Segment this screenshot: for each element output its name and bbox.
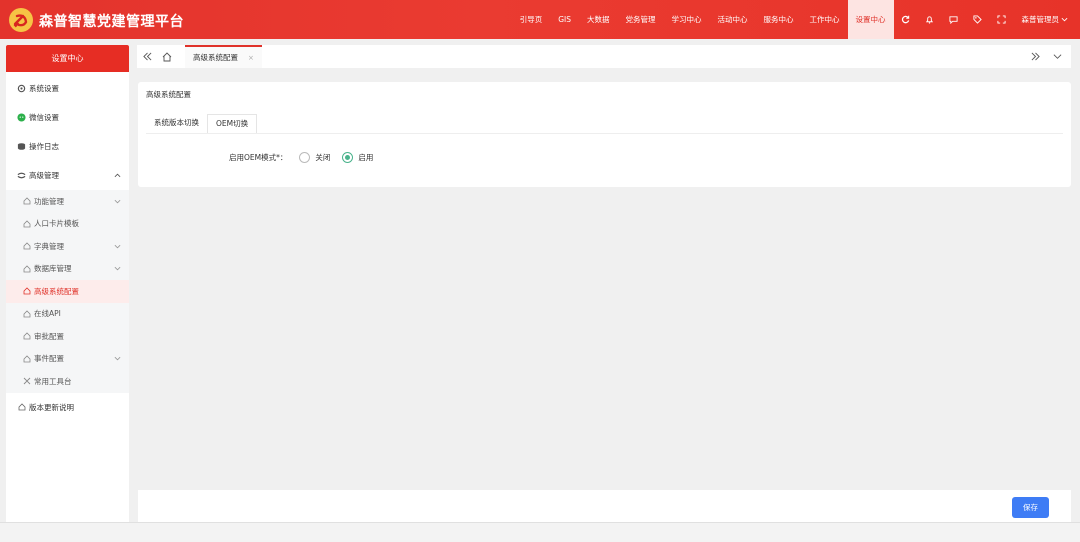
home-icon[interactable] <box>157 45 177 68</box>
config-panel: 高级系统配置 系统版本切换 OEM切换 启用OEM模式*： 关闭 启用 <box>138 82 1071 187</box>
advanced-icon <box>17 171 26 180</box>
home-icon <box>23 265 31 273</box>
submenu-label: 功能管理 <box>34 196 64 206</box>
top-nav: 引导页 GIS 大数据 党务管理 学习中心 活动中心 服务中心 工作中心 设置中… <box>512 0 1080 39</box>
oem-mode-field: 启用OEM模式*： 关闭 启用 <box>229 152 373 163</box>
home-icon <box>23 242 31 250</box>
radio-label: 关闭 <box>315 153 331 162</box>
home-icon <box>23 220 31 228</box>
sidebar-item-advanced[interactable]: 高级管理 <box>6 161 129 190</box>
home-icon <box>23 355 31 363</box>
nav-gis[interactable]: GIS <box>550 0 579 39</box>
panel-title: 高级系统配置 <box>146 90 191 99</box>
submenu-label: 事件配置 <box>34 354 64 364</box>
sidebar-item-label: 操作日志 <box>29 142 59 151</box>
double-chevron-right-icon[interactable] <box>1025 45 1045 68</box>
nav-work[interactable]: 工作中心 <box>802 0 848 39</box>
sidebar-item-operation-log[interactable]: 操作日志 <box>6 132 129 161</box>
radio-circle <box>342 152 354 163</box>
sidebar-item-version-notes[interactable]: 版本更新说明 <box>6 393 129 422</box>
fullscreen-icon[interactable] <box>990 0 1014 39</box>
chevron-down-icon <box>114 199 121 204</box>
chevron-up-icon <box>114 173 121 178</box>
sidebar-item-label: 系统设置 <box>29 84 59 93</box>
party-emblem-logo <box>9 8 33 32</box>
chevron-down-icon[interactable] <box>1047 45 1067 68</box>
chevron-down-icon <box>114 357 121 361</box>
chevron-down-icon <box>114 244 121 249</box>
tools-icon <box>23 377 31 385</box>
refresh-icon[interactable] <box>894 0 918 39</box>
submenu-event-config[interactable]: 事件配置 <box>6 348 129 371</box>
nav-learning[interactable]: 学习中心 <box>664 0 710 39</box>
tabs-bar-controls <box>1025 45 1071 68</box>
submenu-population-card-template[interactable]: 人口卡片模板 <box>6 213 129 236</box>
submenu-approval-config[interactable]: 审批配置 <box>6 325 129 348</box>
radio-off[interactable]: 关闭 <box>299 152 330 163</box>
oem-mode-label: 启用OEM模式*： <box>229 153 288 162</box>
submenu-common-tools[interactable]: 常用工具台 <box>6 370 129 393</box>
radio-on[interactable]: 启用 <box>342 152 373 163</box>
submenu-function-management[interactable]: 功能管理 <box>6 190 129 213</box>
message-icon[interactable] <box>942 0 966 39</box>
chevron-down-icon <box>114 267 121 271</box>
home-icon <box>23 287 31 295</box>
config-sub-tabs: 系统版本切换 OEM切换 <box>146 114 258 134</box>
tag-icon[interactable] <box>966 0 990 39</box>
sidebar: 设置中心 系统设置 微信设置 操作日志 高级管理 功能管理 人口卡片模板 字典管… <box>6 45 129 542</box>
submenu-database-management[interactable]: 数据库管理 <box>6 258 129 281</box>
submenu-label: 数据库管理 <box>34 264 72 274</box>
nav-bigdata[interactable]: 大数据 <box>579 0 618 39</box>
sidebar-item-label: 微信设置 <box>29 113 59 122</box>
submenu-label: 高级系统配置 <box>34 286 79 296</box>
bottom-strip <box>0 522 1080 542</box>
radio-label: 启用 <box>358 153 374 162</box>
sidebar-item-wechat-settings[interactable]: 微信设置 <box>6 103 129 132</box>
home-icon <box>17 403 26 412</box>
close-icon[interactable]: × <box>248 54 254 62</box>
home-icon <box>23 310 31 318</box>
nav-party-affairs[interactable]: 党务管理 <box>618 0 664 39</box>
submenu-label: 字典管理 <box>34 241 64 251</box>
tab-label: 高级系统配置 <box>193 53 238 62</box>
page-tabs-bar: 高级系统配置 × <box>137 45 1071 68</box>
user-menu[interactable]: 森普管理员 <box>1014 0 1080 39</box>
sidebar-item-label: 版本更新说明 <box>29 402 74 412</box>
tab-advanced-system-config[interactable]: 高级系统配置 × <box>185 45 262 68</box>
gear-icon <box>17 84 26 93</box>
home-icon <box>23 332 31 340</box>
tab-oem-switch[interactable]: OEM切换 <box>207 114 258 134</box>
app-title: 森普智慧党建管理平台 <box>39 14 184 30</box>
nav-activity[interactable]: 活动中心 <box>710 0 756 39</box>
nav-settings[interactable]: 设置中心 <box>847 0 894 39</box>
sidebar-title: 设置中心 <box>6 45 129 72</box>
submenu-label: 审批配置 <box>34 331 64 341</box>
chevron-down-icon <box>1061 17 1068 22</box>
tab-system-version-switch[interactable]: 系统版本切换 <box>146 114 207 134</box>
submenu-label: 在线API <box>34 309 61 319</box>
wechat-icon <box>17 113 26 122</box>
double-chevron-left-icon[interactable] <box>137 45 157 68</box>
user-name: 森普管理员 <box>1021 15 1060 24</box>
sidebar-item-system-settings[interactable]: 系统设置 <box>6 74 129 103</box>
radio-circle <box>299 152 311 163</box>
top-header: 森普智慧党建管理平台 引导页 GIS 大数据 党务管理 学习中心 活动中心 服务… <box>0 0 1080 39</box>
submenu-dictionary-management[interactable]: 字典管理 <box>6 235 129 258</box>
submenu-label: 常用工具台 <box>34 376 72 386</box>
sidebar-item-label: 高级管理 <box>29 171 59 180</box>
footer-bar <box>138 490 1071 522</box>
advanced-submenu: 功能管理 人口卡片模板 字典管理 数据库管理 高级系统配置 在线API 审批配置 <box>6 190 129 393</box>
submenu-online-api[interactable]: 在线API <box>6 303 129 326</box>
bell-icon[interactable] <box>918 0 942 39</box>
submenu-label: 人口卡片模板 <box>34 219 79 229</box>
tabs-divider <box>146 133 1063 134</box>
log-icon <box>17 142 26 151</box>
submenu-advanced-system-config[interactable]: 高级系统配置 <box>6 280 129 303</box>
nav-guide[interactable]: 引导页 <box>512 0 551 39</box>
nav-service[interactable]: 服务中心 <box>756 0 802 39</box>
save-button[interactable]: 保存 <box>1012 497 1049 518</box>
home-icon <box>23 197 31 205</box>
